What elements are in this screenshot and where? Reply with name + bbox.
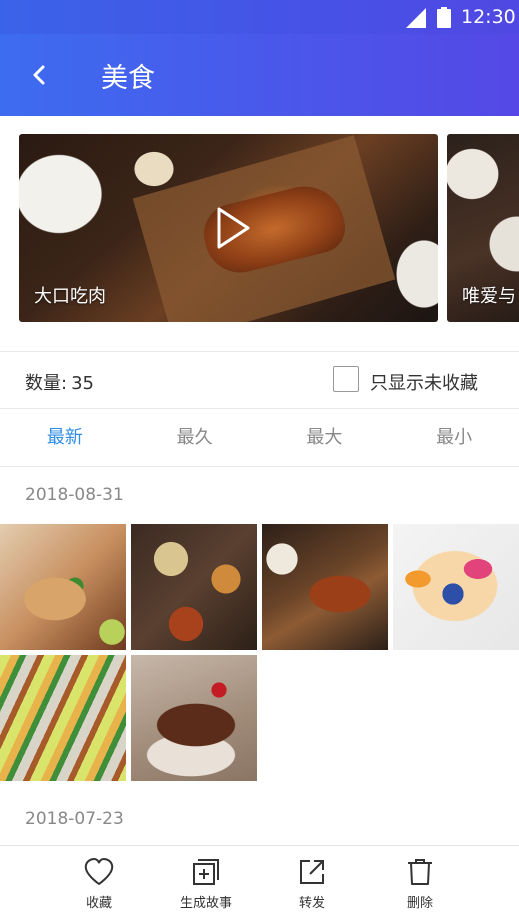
photo-thumbnail[interactable] xyxy=(0,524,126,650)
share-icon xyxy=(300,860,324,884)
favorite-label: 收藏 xyxy=(85,896,112,911)
group-date: 2018-08-31 xyxy=(25,485,124,505)
share-label: 转发 xyxy=(298,896,325,911)
divider xyxy=(0,466,519,467)
photo-thumbnail[interactable] xyxy=(131,655,257,781)
delete-button[interactable]: 删除 xyxy=(380,858,460,911)
battery-icon xyxy=(437,7,451,28)
photo-thumbnail[interactable] xyxy=(131,524,257,650)
group-date: 2018-07-23 xyxy=(25,809,124,829)
status-bar: 12:30 xyxy=(0,0,519,34)
tab-smallest[interactable]: 最小 xyxy=(389,409,519,466)
unfavorited-only-checkbox[interactable] xyxy=(333,366,359,392)
count-value: 35 xyxy=(71,373,94,394)
photo-thumbnail[interactable] xyxy=(0,655,126,781)
share-button[interactable]: 转发 xyxy=(272,858,352,911)
chevron-left-icon[interactable] xyxy=(24,60,54,90)
play-icon[interactable] xyxy=(215,206,251,250)
count-label: 数量: xyxy=(25,373,68,394)
favorite-button[interactable]: 收藏 xyxy=(59,858,139,911)
trash-icon xyxy=(408,859,432,885)
heart-icon xyxy=(84,858,114,885)
tab-newest[interactable]: 最新 xyxy=(0,409,130,466)
status-time: 12:30 xyxy=(461,6,516,28)
create-story-button[interactable]: 生成故事 xyxy=(166,858,246,911)
app-bar: 美食 xyxy=(0,34,519,116)
photo-thumbnail[interactable] xyxy=(393,524,519,650)
delete-label: 删除 xyxy=(406,896,433,911)
carousel-item[interactable]: 唯爱与 xyxy=(447,134,519,322)
bottom-action-bar: 收藏 生成故事 转发 删除 xyxy=(0,845,519,923)
album-carousel[interactable]: 大口吃肉 唯爱与 xyxy=(0,116,519,352)
tab-oldest[interactable]: 最久 xyxy=(130,409,260,466)
carousel-item[interactable]: 大口吃肉 xyxy=(19,134,438,322)
carousel-caption: 大口吃肉 xyxy=(34,286,106,307)
unfavorited-only-label[interactable]: 只显示未收藏 xyxy=(370,369,478,395)
carousel-caption: 唯爱与 xyxy=(462,286,516,307)
tab-largest[interactable]: 最大 xyxy=(260,409,390,466)
signal-icon xyxy=(406,8,426,28)
add-story-icon xyxy=(193,859,219,885)
page-title: 美食 xyxy=(101,63,155,94)
divider xyxy=(0,351,519,352)
create-story-label: 生成故事 xyxy=(179,896,232,911)
photo-count: 数量: 35 xyxy=(25,369,94,395)
photo-thumbnail[interactable] xyxy=(262,524,388,650)
sort-tabs: 最新 最久 最大 最小 xyxy=(0,409,519,466)
